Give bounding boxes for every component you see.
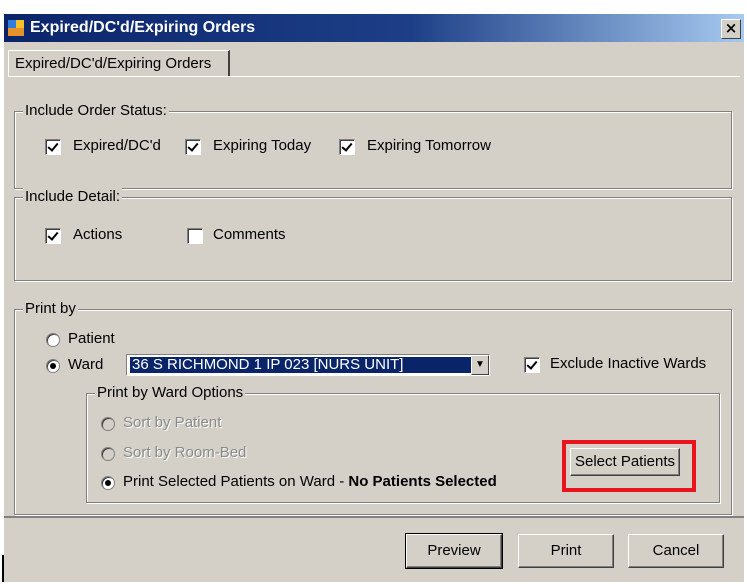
app-icon: [8, 20, 24, 36]
order-status-legend: Include Order Status:: [23, 102, 169, 119]
expiring-tomorrow-label: Expiring Tomorrow: [367, 137, 491, 154]
print-selected-text: Print Selected Patients on Ward -: [123, 473, 349, 490]
ward-select-value: 36 S RICHMOND 1 IP 023 [NURS UNIT]: [130, 357, 472, 373]
comments-checkbox[interactable]: [187, 228, 203, 244]
patient-radio[interactable]: [46, 333, 60, 347]
comments-label: Comments: [213, 226, 286, 243]
select-patients-label: Select Patients: [574, 453, 676, 470]
sort-by-room-bed-radio[interactable]: [101, 447, 115, 461]
expiring-today-label: Expiring Today: [213, 137, 312, 154]
patient-radio-label: Patient: [68, 330, 115, 347]
window-title: Expired/DC'd/Expiring Orders: [30, 19, 256, 36]
ward-radio-label: Ward: [68, 356, 104, 373]
close-icon: ×: [724, 19, 738, 37]
sort-by-patient-radio[interactable]: [101, 417, 115, 431]
window-edge: [2, 555, 4, 582]
order-status-group: Include Order Status: Expired/DC'd Expir…: [14, 102, 732, 189]
ward-radio[interactable]: [46, 359, 60, 373]
preview-button[interactable]: Preview: [405, 533, 503, 569]
print-selected-patients-radio[interactable]: [101, 476, 115, 490]
tab-label: Expired/DC'd/Expiring Orders: [15, 55, 212, 72]
ward-select[interactable]: 36 S RICHMOND 1 IP 023 [NURS UNIT] ▼: [126, 354, 490, 376]
expiring-today-checkbox[interactable]: [185, 139, 201, 155]
selection-status: No Patients Selected: [348, 473, 497, 490]
cancel-button[interactable]: Cancel: [628, 534, 724, 568]
exclude-inactive-wards-label: Exclude Inactive Wards: [550, 355, 707, 372]
dialog-window: Expired/DC'd/Expiring Orders × Expired/D…: [4, 14, 744, 582]
title-bar: Expired/DC'd/Expiring Orders ×: [4, 14, 744, 42]
detail-legend: Include Detail:: [23, 188, 123, 205]
dropdown-arrow-icon[interactable]: ▼: [471, 355, 489, 375]
ward-options-legend: Print by Ward Options: [95, 384, 246, 401]
print-selected-patients-label: Print Selected Patients on Ward - No Pat…: [123, 473, 497, 490]
sort-by-room-bed-label: Sort by Room-Bed: [123, 444, 247, 461]
actions-label: Actions: [73, 226, 123, 243]
cancel-label: Cancel: [652, 542, 700, 559]
expired-dcd-label: Expired/DC'd: [73, 137, 161, 154]
print-by-legend: Print by: [23, 300, 78, 317]
select-patients-button[interactable]: Select Patients: [570, 448, 680, 476]
actions-checkbox[interactable]: [45, 228, 61, 244]
expired-dcd-checkbox[interactable]: [45, 139, 61, 155]
tab-expired-orders[interactable]: Expired/DC'd/Expiring Orders: [8, 50, 230, 76]
chevron-down-icon: ▼: [475, 359, 485, 370]
preview-label: Preview: [427, 542, 481, 559]
detail-group: Include Detail: Actions Comments: [14, 188, 732, 281]
exclude-inactive-wards-checkbox[interactable]: [524, 357, 540, 373]
expiring-tomorrow-checkbox[interactable]: [339, 139, 355, 155]
sort-by-patient-label: Sort by Patient: [123, 414, 222, 431]
close-button[interactable]: ×: [721, 19, 741, 39]
print-button[interactable]: Print: [518, 534, 614, 568]
print-label: Print: [550, 542, 582, 559]
